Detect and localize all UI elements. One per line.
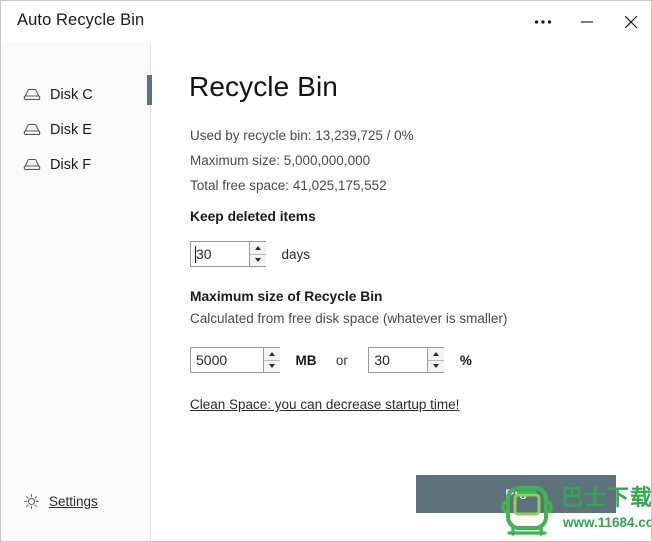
close-button[interactable] [609,1,651,43]
max-size-mb-stepper[interactable] [190,347,280,373]
keep-deleted-items-row: days [190,241,630,267]
pro-button[interactable]: Pro [416,475,616,513]
chevron-up-icon [269,351,275,356]
disk-list: Disk C Disk E Disk F [1,77,151,182]
max-size-mb-decrement-button[interactable] [264,360,280,372]
max-size-mb-input[interactable] [191,348,263,372]
stat-maximum-size: Maximum size: 5,000,000,000 [190,153,371,168]
keep-days-stepper[interactable] [190,241,266,267]
settings-label: Settings [49,494,98,509]
max-size-percent-spinner-buttons[interactable] [427,348,445,372]
hard-drive-icon [23,86,41,104]
text-caret [195,246,196,263]
chevron-up-icon [433,351,440,356]
page-title: Recycle Bin [189,71,338,102]
maximum-size-section: Maximum size of Recycle Bin Calculated f… [190,289,630,373]
chevron-down-icon [433,364,440,369]
close-icon [624,15,638,29]
window-controls [521,1,651,43]
keep-days-increment-button[interactable] [250,242,266,255]
keep-days-unit-label: days [281,246,310,262]
chevron-down-icon [269,364,275,369]
sidebar-item-disk-e[interactable]: Disk E [1,112,151,147]
sidebar: Disk C Disk E Disk F Settings [1,43,151,541]
sidebar-item-label: Disk F [50,156,92,173]
max-size-mb-spinner-buttons[interactable] [263,348,280,372]
sidebar-item-disk-f[interactable]: Disk F [1,147,151,182]
max-size-percent-input[interactable] [369,348,428,372]
sidebar-item-label: Disk E [50,121,92,138]
sidebar-item-disk-c[interactable]: Disk C [1,77,151,112]
max-size-conjunction-label: or [335,352,348,368]
max-size-mb-increment-button[interactable] [264,348,280,361]
minimize-icon [581,21,593,23]
hard-drive-icon [23,121,41,139]
maximum-size-description: Calculated from free disk space (whateve… [190,311,508,326]
keep-deleted-items-heading: Keep deleted items [190,209,316,224]
title-bar: Auto Recycle Bin [1,1,651,43]
more-options-button[interactable] [521,1,565,43]
gear-icon [23,493,40,510]
keep-deleted-items-section: Keep deleted items days [190,209,630,267]
app-title: Auto Recycle Bin [17,11,145,29]
chevron-up-icon [255,245,261,250]
max-size-percent-increment-button[interactable] [428,348,445,361]
app-window: Auto Recycle Bin Disk C Disk E Disk F Se… [0,0,652,542]
sidebar-item-label: Disk C [50,86,93,103]
settings-button[interactable]: Settings [23,493,98,510]
stat-used-by-recycle-bin: Used by recycle bin: 13,239,725 / 0% [190,128,414,143]
recycle-bin-stats: Used by recycle bin: 13,239,725 / 0% Max… [190,123,620,198]
maximum-size-row: MB or % [190,347,630,373]
stat-total-free-space: Total free space: 41,025,175,552 [190,178,387,193]
chevron-down-icon [255,258,261,263]
max-size-percent-unit-label: % [459,352,472,368]
hard-drive-icon [23,156,41,174]
minimize-button[interactable] [565,1,609,43]
max-size-mb-unit-label: MB [295,352,317,368]
keep-days-decrement-button[interactable] [250,254,266,266]
max-size-percent-decrement-button[interactable] [428,360,445,372]
keep-days-spinner-buttons[interactable] [249,242,266,266]
main-content: Recycle Bin Used by recycle bin: 13,239,… [152,43,651,541]
max-size-percent-stepper[interactable] [368,347,445,373]
clean-space-link[interactable]: Clean Space: you can decrease startup ti… [190,397,459,412]
keep-days-input[interactable] [191,242,249,266]
maximum-size-heading: Maximum size of Recycle Bin [190,289,383,304]
ellipsis-icon [534,20,552,24]
